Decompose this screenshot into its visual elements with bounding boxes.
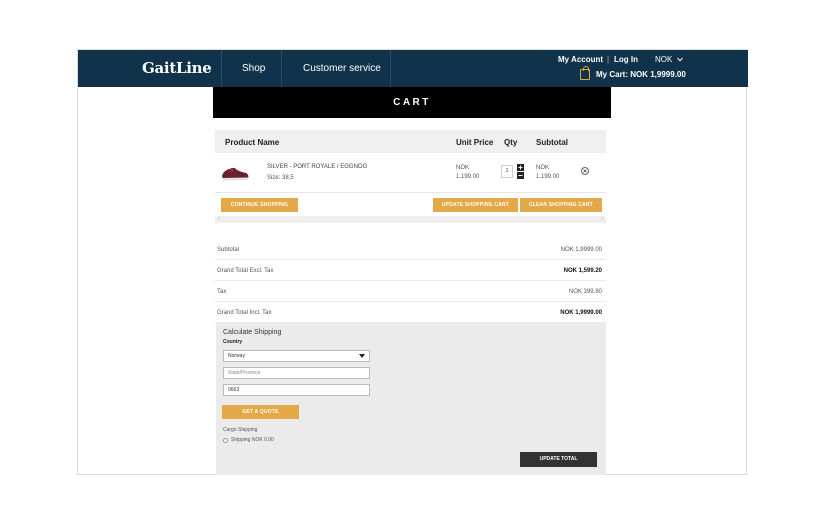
country-label: Country: [223, 339, 243, 345]
nav-divider: [221, 50, 222, 87]
mini-cart-label: My Cart: NOK 1,9999.00: [596, 70, 686, 79]
get-quote-button[interactable]: GET A QUOTE: [222, 405, 299, 419]
totals-label: Subtotal: [217, 247, 240, 253]
cart-title: CART: [213, 87, 611, 118]
scroll-right-icon[interactable]: ›: [601, 216, 603, 223]
quantity-input[interactable]: 1: [501, 165, 513, 178]
currency-label: NOK: [655, 55, 673, 64]
col-qty: Qty: [504, 138, 518, 147]
log-in-link[interactable]: Log In: [614, 55, 638, 64]
unit-price-currency: NOK: [456, 165, 470, 171]
plus-icon: [518, 165, 523, 170]
totals-label: Grand Total Incl. Tax: [217, 310, 272, 316]
subtotal-amount: 1,199.00: [536, 174, 560, 180]
separator: |: [607, 55, 610, 64]
totals-label: Tax: [217, 289, 227, 295]
mini-cart[interactable]: My Cart: NOK 1,9999.00: [580, 66, 686, 80]
site-header: GaitLine Shop Customer service My Accoun…: [78, 50, 748, 87]
totals-value: NOK 1,9999.00: [560, 310, 602, 316]
cart-table-header: Product Name Unit Price Qty Subtotal: [215, 130, 606, 153]
col-subtotal: Subtotal: [536, 138, 568, 147]
chevron-down-icon: [676, 58, 683, 62]
continue-shopping-button[interactable]: CONTINUE SHOPPING: [221, 198, 298, 212]
totals-value: NOK 1,9999.00: [560, 247, 602, 253]
subtotal-currency: NOK: [536, 165, 550, 171]
totals-value: NOK 1,599.20: [563, 268, 602, 274]
close-icon: [583, 169, 587, 173]
totals-row-tax: Tax NOK 399.80: [215, 281, 606, 302]
state-province-input[interactable]: State/Province: [223, 367, 370, 379]
update-cart-button[interactable]: UPDATE SHOPPING CART: [433, 198, 518, 212]
scroll-left-icon[interactable]: ‹: [218, 216, 220, 223]
shipping-option[interactable]: Shipping NOK 0.00: [223, 437, 274, 443]
totals-value: NOK 399.80: [568, 289, 602, 295]
update-total-button[interactable]: UPDATE TOTAL: [520, 452, 597, 467]
page-frame: GaitLine Shop Customer service My Accoun…: [77, 49, 748, 475]
nav-shop[interactable]: Shop: [242, 63, 265, 74]
row-subtotal: NOK 1,199.00: [536, 164, 559, 182]
horizontal-scrollbar[interactable]: ‹ ›: [215, 216, 606, 223]
shipping-title: Calculate Shipping: [223, 329, 282, 336]
unit-price-amount: 1,199.00: [456, 174, 480, 180]
country-select[interactable]: Norway: [223, 350, 370, 362]
product-name[interactable]: SILVER - PORT ROYALE / EGGNOG: [267, 164, 367, 170]
cart-item-row: SILVER - PORT ROYALE / EGGNOG Size: 38,5…: [215, 153, 606, 193]
radio-button[interactable]: [223, 437, 228, 443]
remove-item-button[interactable]: [581, 167, 589, 175]
totals-row-excl-tax: Grand Total Excl. Tax NOK 1,599.20: [215, 260, 606, 281]
totals-label: Grand Total Excl. Tax: [217, 268, 274, 274]
product-size: Size: 38,5: [267, 175, 294, 181]
unit-price: NOK 1,199.00: [456, 164, 479, 182]
col-product-name: Product Name: [225, 138, 280, 147]
dropdown-arrow-icon: [359, 354, 365, 358]
nav-divider: [281, 50, 282, 87]
minus-icon: [518, 175, 523, 176]
nav-customer-service[interactable]: Customer service: [303, 63, 381, 74]
site-logo[interactable]: GaitLine: [142, 59, 212, 77]
zip-code-input[interactable]: 0663: [223, 384, 370, 396]
col-unit-price: Unit Price: [456, 138, 494, 147]
currency-selector[interactable]: NOK: [655, 55, 683, 64]
shipping-calculator: Calculate Shipping Country Norway State/…: [216, 323, 606, 475]
nav-divider: [390, 50, 391, 87]
my-account-link[interactable]: My Account: [558, 55, 603, 64]
totals-table: Subtotal NOK 1,9999.00 Grand Total Excl.…: [215, 239, 606, 323]
country-value: Norway: [228, 353, 245, 359]
qty-decrease-button[interactable]: [517, 172, 524, 179]
cargo-shipping-label: Cargo Shipping: [223, 427, 258, 433]
clear-cart-button[interactable]: CLEAR SHOPPING CART: [520, 198, 602, 212]
totals-row-incl-tax: Grand Total Incl. Tax NOK 1,9999.00: [215, 302, 606, 323]
shopping-bag-icon: [580, 66, 590, 80]
qty-increase-button[interactable]: [517, 164, 524, 171]
totals-row-subtotal: Subtotal NOK 1,9999.00: [215, 239, 606, 260]
shipping-option-label: Shipping NOK 0.00: [231, 437, 274, 443]
product-image[interactable]: [220, 163, 250, 183]
